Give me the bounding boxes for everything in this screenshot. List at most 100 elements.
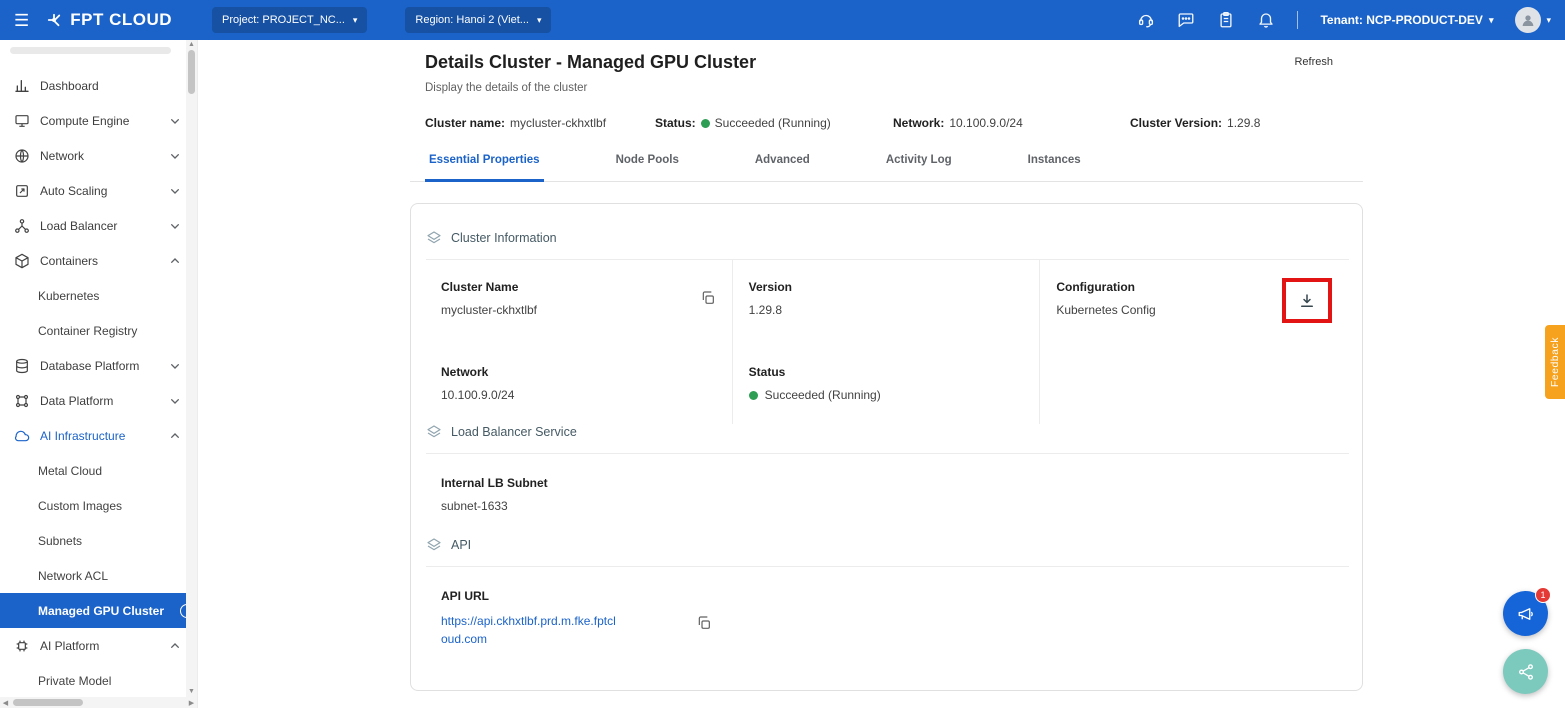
tab-activity-log[interactable]: Activity Log xyxy=(882,154,956,181)
sidebar-item-label: AI Infrastructure xyxy=(40,429,157,443)
cluster-summary-row: Cluster name: mycluster-ckhxtlbf Status:… xyxy=(425,116,1363,130)
api-url-link[interactable]: https://api.ckhxtlbf.prd.m.fke.fptcloud.… xyxy=(441,612,621,648)
sidebar-item-metal-cloud[interactable]: Metal Cloud xyxy=(0,453,197,488)
essential-properties-card: Cluster Information Cluster Name myclust… xyxy=(410,203,1363,691)
sidebar-top-divider xyxy=(10,47,171,54)
field-label: Internal LB Subnet xyxy=(441,476,1362,490)
tab-essential-properties[interactable]: Essential Properties xyxy=(425,154,544,182)
region-selector-label: Region: Hanoi 2 (Viet... xyxy=(415,14,529,26)
page-subtitle: Display the details of the cluster xyxy=(425,82,1363,94)
scrollbar-thumb[interactable] xyxy=(188,50,195,94)
sidebar-item-custom-images[interactable]: Custom Images xyxy=(0,488,197,523)
cluster-info-grid: Cluster Name mycluster-ckhxtlbf Version … xyxy=(425,260,1348,424)
scroll-right-arrow-icon[interactable]: ▶ xyxy=(186,699,197,707)
tab-node-pools[interactable]: Node Pools xyxy=(612,154,683,181)
project-selector[interactable]: Project: PROJECT_NC... ▾ xyxy=(212,7,367,33)
field-empty xyxy=(1040,345,1348,424)
ai-assistant-button[interactable] xyxy=(1503,649,1548,694)
field-version: Version 1.29.8 xyxy=(733,260,1041,345)
feedback-tab[interactable]: Feedback xyxy=(1545,325,1565,399)
chevron-down-icon: ▾ xyxy=(1546,16,1551,25)
download-kubeconfig-button[interactable] xyxy=(1282,278,1332,323)
sidebar-vertical-scrollbar[interactable]: ▲ ▼ xyxy=(186,40,197,697)
status-dot-icon xyxy=(701,119,710,128)
section-api: API xyxy=(411,537,1362,553)
sidebar-item-container-registry[interactable]: Container Registry xyxy=(0,313,197,348)
scroll-up-arrow-icon[interactable]: ▲ xyxy=(186,40,197,50)
sidebar-item-managed-gpu-cluster[interactable]: Managed GPU Cluster beta xyxy=(0,593,197,628)
sidebar-item-containers[interactable]: Containers xyxy=(0,243,197,278)
tab-instances[interactable]: Instances xyxy=(1024,154,1085,181)
auto-scaling-icon xyxy=(14,183,30,199)
copy-icon[interactable] xyxy=(696,615,712,648)
chevron-down-icon xyxy=(167,183,183,199)
sidebar-item-database-platform[interactable]: Database Platform xyxy=(0,348,197,383)
field-label: Network xyxy=(441,365,514,379)
field-label: Version xyxy=(749,280,792,294)
download-icon xyxy=(1298,292,1316,310)
sidebar-item-auto-scaling[interactable]: Auto Scaling xyxy=(0,173,197,208)
sidebar-item-network[interactable]: Network xyxy=(0,138,197,173)
field-internal-lb-subnet: Internal LB Subnet subnet-1633 xyxy=(411,454,1362,519)
summary-label: Cluster name: xyxy=(425,116,505,130)
sidebar-item-network-acl[interactable]: Network ACL xyxy=(0,558,197,593)
sidebar-item-label: Container Registry xyxy=(38,324,183,338)
sidebar-item-label: Containers xyxy=(40,254,157,268)
dashboard-icon xyxy=(14,78,30,94)
main-content: Details Cluster - Managed GPU Cluster Di… xyxy=(198,40,1565,708)
sidebar-item-ai-platform[interactable]: AI Platform xyxy=(0,628,197,663)
chevron-down-icon xyxy=(167,393,183,409)
chevron-down-icon: ▾ xyxy=(353,16,358,25)
tenant-selector[interactable]: Tenant: NCP-PRODUCT-DEV ▾ xyxy=(1320,13,1493,27)
field-status: Status Succeeded (Running) xyxy=(733,345,1041,424)
topbar-divider xyxy=(1297,11,1298,29)
clipboard-icon[interactable] xyxy=(1217,11,1235,29)
sidebar-item-label: Kubernetes xyxy=(38,289,183,303)
sidebar-item-label: Private Model xyxy=(38,674,183,688)
layers-icon xyxy=(426,424,442,440)
sidebar-item-data-platform[interactable]: Data Platform xyxy=(0,383,197,418)
sidebar-horizontal-scrollbar[interactable]: ◀ ▶ xyxy=(0,697,197,708)
network-icon xyxy=(14,148,30,164)
sidebar-item-subnets[interactable]: Subnets xyxy=(0,523,197,558)
detail-tabs: Essential Properties Node Pools Advanced… xyxy=(410,154,1363,182)
chat-icon[interactable] xyxy=(1177,11,1195,29)
section-cluster-information: Cluster Information xyxy=(411,230,1362,246)
sidebar-item-load-balancer[interactable]: Load Balancer xyxy=(0,208,197,243)
layers-icon xyxy=(426,537,442,553)
chevron-up-icon xyxy=(167,428,183,444)
refresh-button[interactable]: Refresh xyxy=(1294,56,1333,68)
brand-logo[interactable]: FPT CLOUD xyxy=(45,10,172,30)
region-selector[interactable]: Region: Hanoi 2 (Viet... ▾ xyxy=(405,7,551,33)
chevron-down-icon: ▾ xyxy=(537,16,542,25)
scroll-down-arrow-icon[interactable]: ▼ xyxy=(186,687,197,697)
sidebar-item-label: Managed GPU Cluster xyxy=(38,604,164,618)
section-load-balancer-service: Load Balancer Service xyxy=(411,424,1362,440)
summary-cluster-version: Cluster Version: 1.29.8 xyxy=(1130,116,1260,130)
bell-icon[interactable] xyxy=(1257,11,1275,29)
scroll-left-arrow-icon[interactable]: ◀ xyxy=(0,699,11,707)
field-value: 10.100.9.0/24 xyxy=(441,388,514,402)
user-menu[interactable]: ▾ xyxy=(1515,7,1551,33)
sidebar-item-ai-infrastructure[interactable]: AI Infrastructure xyxy=(0,418,197,453)
hamburger-menu-icon[interactable]: ☰ xyxy=(14,12,29,29)
sidebar-item-kubernetes[interactable]: Kubernetes xyxy=(0,278,197,313)
sidebar-item-private-model[interactable]: Private Model xyxy=(0,663,197,698)
section-title: Load Balancer Service xyxy=(451,425,577,439)
tab-advanced[interactable]: Advanced xyxy=(751,154,814,181)
support-icon[interactable] xyxy=(1137,11,1155,29)
tenant-label: Tenant: NCP-PRODUCT-DEV xyxy=(1320,13,1482,27)
chat-support-button[interactable]: 1 xyxy=(1503,591,1548,636)
sidebar: Dashboard Compute Engine Network Auto Sc… xyxy=(0,40,198,708)
summary-value: mycluster-ckhxtlbf xyxy=(510,116,606,130)
chevron-down-icon: ▾ xyxy=(1489,16,1494,25)
sidebar-item-label: Dashboard xyxy=(40,79,183,93)
ai-platform-icon xyxy=(14,638,30,654)
sidebar-item-compute-engine[interactable]: Compute Engine xyxy=(0,103,197,138)
sidebar-item-label: Custom Images xyxy=(38,499,183,513)
scrollbar-thumb[interactable] xyxy=(13,699,83,706)
chevron-up-icon xyxy=(167,638,183,654)
sidebar-item-dashboard[interactable]: Dashboard xyxy=(0,68,197,103)
chevron-up-icon xyxy=(167,253,183,269)
copy-icon[interactable] xyxy=(700,290,716,306)
